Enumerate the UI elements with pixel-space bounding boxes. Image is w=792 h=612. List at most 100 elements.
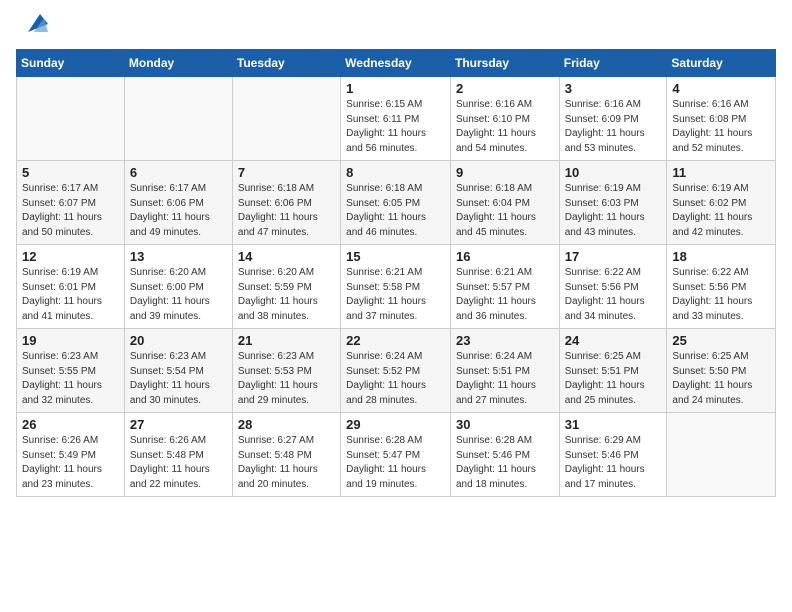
col-header-tuesday: Tuesday (232, 50, 340, 77)
day-detail: Sunrise: 6:27 AM Sunset: 5:48 PM Dayligh… (238, 434, 335, 492)
calendar-cell: 3Sunrise: 6:16 AM Sunset: 6:09 PM Daylig… (559, 77, 667, 161)
calendar-cell: 4 Sunrise: 6:16 AM Sunset: 6:08 PM Daylig… (667, 77, 776, 161)
day-number: 21 (238, 333, 335, 348)
calendar-table: SundayMondayTuesdayWednesdayThursdayFrid… (16, 49, 776, 497)
calendar-header-row: SundayMondayTuesdayWednesdayThursdayFrid… (17, 50, 776, 77)
day-number: 13 (130, 249, 227, 264)
col-header-monday: Monday (124, 50, 232, 77)
calendar-cell: 6 Sunrise: 6:17 AM Sunset: 6:06 PM Daylig… (124, 161, 232, 245)
day-number: 30 (456, 417, 554, 432)
day-detail: Sunrise: 6:23 AM Sunset: 5:55 PM Dayligh… (22, 350, 119, 408)
day-detail: Sunrise: 6:26 AM Sunset: 5:49 PM Dayligh… (22, 434, 119, 492)
col-header-sunday: Sunday (17, 50, 125, 77)
day-detail: Sunrise: 6:20 AM Sunset: 6:00 PM Dayligh… (130, 266, 227, 324)
day-detail: Sunrise: 6:24 AM Sunset: 5:52 PM Dayligh… (346, 350, 445, 408)
day-detail: Sunrise: 6:23 AM Sunset: 5:54 PM Dayligh… (130, 350, 227, 408)
day-detail: Sunrise: 6:21 AM Sunset: 5:57 PM Dayligh… (456, 266, 554, 324)
calendar-cell: 2 Sunrise: 6:16 AM Sunset: 6:10 PM Daylig… (450, 77, 559, 161)
day-detail: Sunrise: 6:29 AM Sunset: 5:46 PM Dayligh… (565, 434, 662, 492)
day-detail: Sunrise: 6:17 AM Sunset: 6:07 PM Dayligh… (22, 182, 119, 240)
calendar-week-row: 26 Sunrise: 6:26 AM Sunset: 5:49 PM Dayli… (17, 413, 776, 497)
day-detail: Sunrise: 6:22 AM Sunset: 5:56 PM Dayligh… (672, 266, 770, 324)
calendar-cell: 7Sunrise: 6:18 AM Sunset: 6:06 PM Daylig… (232, 161, 340, 245)
calendar-week-row: 5 Sunrise: 6:17 AM Sunset: 6:07 PM Daylig… (17, 161, 776, 245)
day-detail: Sunrise: 6:28 AM Sunset: 5:46 PM Dayligh… (456, 434, 554, 492)
day-detail: Sunrise: 6:19 AM Sunset: 6:02 PM Dayligh… (672, 182, 770, 240)
day-number: 4 (672, 81, 770, 96)
calendar-cell: 21Sunrise: 6:23 AM Sunset: 5:53 PM Dayli… (232, 329, 340, 413)
day-number: 9 (456, 165, 554, 180)
calendar-week-row: 1 Sunrise: 6:15 AM Sunset: 6:11 PM Daylig… (17, 77, 776, 161)
day-number: 20 (130, 333, 227, 348)
day-number: 29 (346, 417, 445, 432)
day-detail: Sunrise: 6:18 AM Sunset: 6:05 PM Dayligh… (346, 182, 445, 240)
calendar-cell: 23 Sunrise: 6:24 AM Sunset: 5:51 PM Dayli… (450, 329, 559, 413)
calendar-week-row: 19Sunrise: 6:23 AM Sunset: 5:55 PM Dayli… (17, 329, 776, 413)
day-detail: Sunrise: 6:26 AM Sunset: 5:48 PM Dayligh… (130, 434, 227, 492)
calendar-cell: 13 Sunrise: 6:20 AM Sunset: 6:00 PM Dayli… (124, 245, 232, 329)
col-header-saturday: Saturday (667, 50, 776, 77)
logo-icon (20, 10, 48, 41)
day-number: 11 (672, 165, 770, 180)
day-number: 28 (238, 417, 335, 432)
day-detail: Sunrise: 6:16 AM Sunset: 6:08 PM Dayligh… (672, 98, 770, 156)
day-number: 5 (22, 165, 119, 180)
calendar-cell: 31 Sunrise: 6:29 AM Sunset: 5:46 PM Dayli… (559, 413, 667, 497)
day-number: 26 (22, 417, 119, 432)
col-header-friday: Friday (559, 50, 667, 77)
day-number: 1 (346, 81, 445, 96)
day-detail: Sunrise: 6:25 AM Sunset: 5:50 PM Dayligh… (672, 350, 770, 408)
calendar-cell: 25 Sunrise: 6:25 AM Sunset: 5:50 PM Dayli… (667, 329, 776, 413)
day-number: 6 (130, 165, 227, 180)
calendar-cell: 24 Sunrise: 6:25 AM Sunset: 5:51 PM Dayli… (559, 329, 667, 413)
col-header-wednesday: Wednesday (341, 50, 451, 77)
day-detail: Sunrise: 6:19 AM Sunset: 6:03 PM Dayligh… (565, 182, 662, 240)
calendar-cell: 30 Sunrise: 6:28 AM Sunset: 5:46 PM Dayli… (450, 413, 559, 497)
day-detail: Sunrise: 6:18 AM Sunset: 6:04 PM Dayligh… (456, 182, 554, 240)
day-number: 12 (22, 249, 119, 264)
day-number: 2 (456, 81, 554, 96)
col-header-thursday: Thursday (450, 50, 559, 77)
calendar-cell: 10 Sunrise: 6:19 AM Sunset: 6:03 PM Dayli… (559, 161, 667, 245)
day-detail: Sunrise: 6:25 AM Sunset: 5:51 PM Dayligh… (565, 350, 662, 408)
day-number: 3 (565, 81, 662, 96)
day-number: 17 (565, 249, 662, 264)
day-number: 27 (130, 417, 227, 432)
calendar-cell: 19Sunrise: 6:23 AM Sunset: 5:55 PM Dayli… (17, 329, 125, 413)
calendar-cell: 11 Sunrise: 6:19 AM Sunset: 6:02 PM Dayli… (667, 161, 776, 245)
day-number: 7 (238, 165, 335, 180)
day-number: 16 (456, 249, 554, 264)
calendar-cell: 29Sunrise: 6:28 AM Sunset: 5:47 PM Dayli… (341, 413, 451, 497)
calendar-cell: 12Sunrise: 6:19 AM Sunset: 6:01 PM Dayli… (17, 245, 125, 329)
day-number: 24 (565, 333, 662, 348)
day-detail: Sunrise: 6:15 AM Sunset: 6:11 PM Dayligh… (346, 98, 445, 156)
day-number: 14 (238, 249, 335, 264)
calendar-cell: 28 Sunrise: 6:27 AM Sunset: 5:48 PM Dayli… (232, 413, 340, 497)
day-detail: Sunrise: 6:17 AM Sunset: 6:06 PM Dayligh… (130, 182, 227, 240)
day-number: 23 (456, 333, 554, 348)
day-number: 10 (565, 165, 662, 180)
calendar-cell: 14 Sunrise: 6:20 AM Sunset: 5:59 PM Dayli… (232, 245, 340, 329)
calendar-cell: 27 Sunrise: 6:26 AM Sunset: 5:48 PM Dayli… (124, 413, 232, 497)
page-header (16, 16, 776, 41)
calendar-cell: 15Sunrise: 6:21 AM Sunset: 5:58 PM Dayli… (341, 245, 451, 329)
calendar-cell: 17Sunrise: 6:22 AM Sunset: 5:56 PM Dayli… (559, 245, 667, 329)
calendar-week-row: 12Sunrise: 6:19 AM Sunset: 6:01 PM Dayli… (17, 245, 776, 329)
day-detail: Sunrise: 6:24 AM Sunset: 5:51 PM Dayligh… (456, 350, 554, 408)
calendar-cell: 18 Sunrise: 6:22 AM Sunset: 5:56 PM Dayli… (667, 245, 776, 329)
calendar-cell: 5 Sunrise: 6:17 AM Sunset: 6:07 PM Daylig… (17, 161, 125, 245)
day-detail: Sunrise: 6:16 AM Sunset: 6:10 PM Dayligh… (456, 98, 554, 156)
calendar-cell: 1 Sunrise: 6:15 AM Sunset: 6:11 PM Daylig… (341, 77, 451, 161)
calendar-cell (17, 77, 125, 161)
calendar-cell (667, 413, 776, 497)
day-number: 31 (565, 417, 662, 432)
logo (16, 16, 48, 41)
day-number: 25 (672, 333, 770, 348)
calendar-cell (232, 77, 340, 161)
day-number: 18 (672, 249, 770, 264)
calendar-cell: 8Sunrise: 6:18 AM Sunset: 6:05 PM Daylig… (341, 161, 451, 245)
day-number: 22 (346, 333, 445, 348)
calendar-cell: 9 Sunrise: 6:18 AM Sunset: 6:04 PM Daylig… (450, 161, 559, 245)
calendar-cell: 26 Sunrise: 6:26 AM Sunset: 5:49 PM Dayli… (17, 413, 125, 497)
day-detail: Sunrise: 6:20 AM Sunset: 5:59 PM Dayligh… (238, 266, 335, 324)
